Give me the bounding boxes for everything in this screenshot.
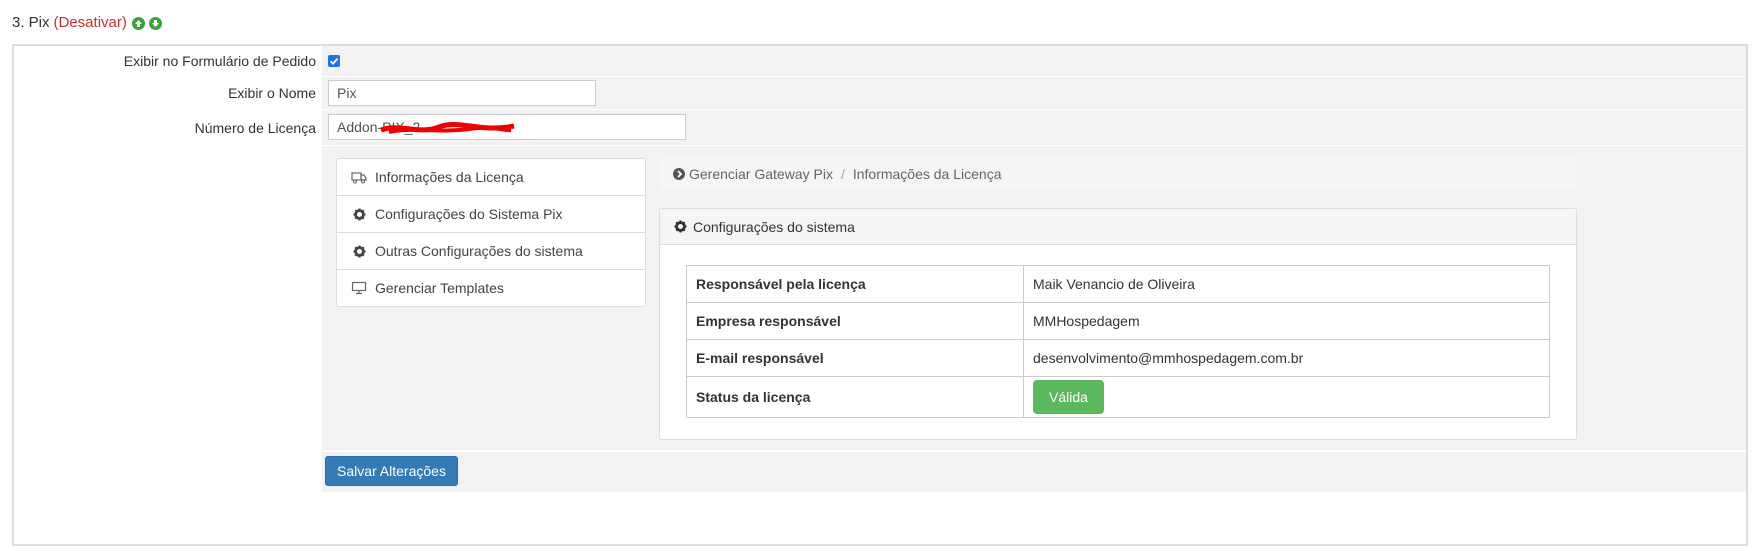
- gateway-title: 3. Pix: [12, 14, 50, 31]
- save-row: Salvar Alterações: [322, 450, 1746, 492]
- menu-item-templates[interactable]: Gerenciar Templates: [337, 270, 645, 306]
- gateway-settings-panel: Exibir no Formulário de Pedido Exibir o …: [12, 44, 1748, 546]
- menu-item-label: Gerenciar Templates: [375, 280, 504, 296]
- gear-icon: [351, 243, 367, 259]
- card-title: Configurações do sistema: [693, 218, 855, 235]
- arrow-up-icon[interactable]: [131, 17, 145, 30]
- menu-item-label: Informações da Licença: [375, 169, 524, 185]
- row-license-number: Número de Licença Addon-PIX_2: [14, 110, 1746, 146]
- table-key: Empresa responsável: [686, 302, 1024, 340]
- arrow-down-icon[interactable]: [148, 17, 162, 30]
- gear-icon: [674, 220, 687, 233]
- show-on-order-checkbox[interactable]: [328, 55, 340, 67]
- monitor-icon: [351, 280, 367, 296]
- chevron-right-circle-icon: [673, 168, 685, 180]
- menu-item-label: Configurações do Sistema Pix: [375, 206, 563, 222]
- row-display-name: Exibir o Nome Pix: [14, 77, 1746, 110]
- menu-item-pix-settings[interactable]: Configurações do Sistema Pix: [337, 196, 645, 233]
- menu-item-license-info[interactable]: Informações da Licença: [337, 159, 645, 196]
- license-info-table: Responsável pela licença Maik Venancio d…: [686, 265, 1550, 418]
- system-settings-card: Configurações do sistema Responsável pel…: [659, 208, 1577, 440]
- table-row: Responsável pela licença Maik Venancio d…: [686, 265, 1550, 303]
- gear-icon: [351, 206, 367, 222]
- save-changes-button[interactable]: Salvar Alterações: [325, 456, 458, 486]
- table-row: Status da licença Válida: [686, 376, 1550, 418]
- table-key: Responsável pela licença: [686, 265, 1024, 303]
- deactivate-link[interactable]: (Desativar): [54, 14, 127, 31]
- status-badge: Válida: [1033, 380, 1104, 414]
- addon-content-area: Informações da Licença Configurações do …: [322, 146, 1746, 450]
- row-show-on-order: Exibir no Formulário de Pedido: [14, 46, 1746, 77]
- license-number-input[interactable]: Addon-PIX_2: [328, 114, 686, 140]
- redaction-scribble: [380, 121, 515, 134]
- gateway-header: 3. Pix (Desativar): [12, 14, 162, 31]
- table-value: Maik Venancio de Oliveira: [1023, 265, 1550, 303]
- truck-icon: [351, 169, 367, 185]
- table-value: desenvolvimento@mmhospedagem.com.br: [1023, 339, 1550, 377]
- breadcrumb: Gerenciar Gateway Pix / Informações da L…: [659, 158, 1577, 190]
- display-name-label: Exibir o Nome: [228, 85, 316, 101]
- breadcrumb-root-link[interactable]: Gerenciar Gateway Pix: [689, 166, 833, 182]
- table-row: E-mail responsável desenvolvimento@mmhos…: [686, 339, 1550, 377]
- card-header: Configurações do sistema: [660, 209, 1576, 245]
- breadcrumb-current: Informações da Licença: [852, 166, 1002, 182]
- table-row: Empresa responsável MMHospedagem: [686, 302, 1550, 340]
- license-number-label: Número de Licença: [194, 120, 316, 136]
- addon-side-menu: Informações da Licença Configurações do …: [336, 158, 646, 307]
- table-value: MMHospedagem: [1023, 302, 1550, 340]
- table-key: E-mail responsável: [686, 339, 1024, 377]
- breadcrumb-separator: /: [840, 166, 845, 182]
- show-on-order-label: Exibir no Formulário de Pedido: [123, 53, 316, 69]
- table-key: Status da licença: [686, 376, 1024, 418]
- menu-item-label: Outras Configurações do sistema: [375, 243, 583, 259]
- menu-item-other-settings[interactable]: Outras Configurações do sistema: [337, 233, 645, 270]
- display-name-input[interactable]: Pix: [328, 80, 596, 106]
